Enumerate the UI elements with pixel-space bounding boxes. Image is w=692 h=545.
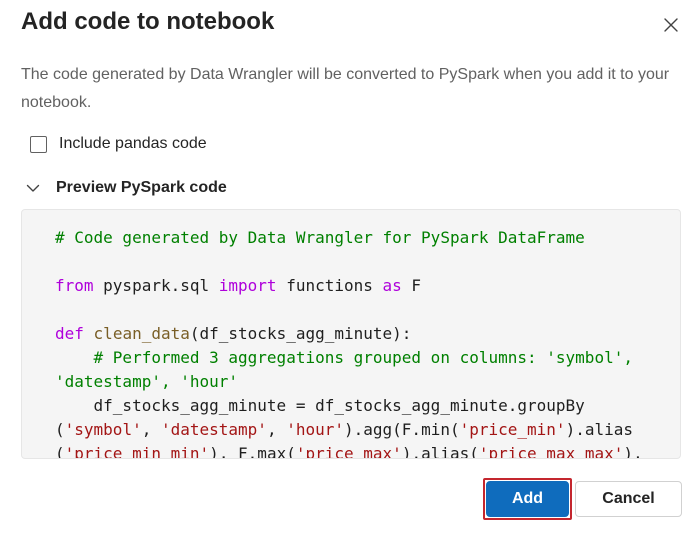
code-line: # Performed 3 aggregations grouped on co… — [55, 346, 643, 370]
preview-pyspark-toggle[interactable]: Preview PySpark code — [24, 176, 227, 200]
code-token-comment: 'datestamp', 'hour' — [55, 372, 239, 391]
code-token-default: ).alias — [565, 420, 633, 439]
dialog-description: The code generated by Data Wrangler will… — [21, 66, 670, 111]
close-button[interactable] — [654, 8, 688, 42]
code-token-default: ).alias( — [401, 444, 479, 459]
checkbox-box[interactable] — [30, 135, 47, 153]
code-block: # Code generated by Data Wrangler for Py… — [55, 226, 643, 459]
code-token-keyword: from — [55, 276, 94, 295]
code-token-str: 'price_min' — [459, 420, 566, 439]
code-token-str: 'price_min_min' — [64, 444, 210, 459]
code-token-default: (df_stocks_agg_minute): — [189, 324, 412, 343]
code-token-default: , — [141, 420, 161, 439]
code-token-default — [55, 348, 94, 367]
code-line: 'datestamp', 'hour' — [55, 370, 643, 394]
code-token-default: , — [266, 420, 287, 439]
code-token-default: ( — [55, 444, 65, 459]
cancel-button[interactable]: Cancel — [575, 481, 682, 517]
add-button[interactable]: Add — [486, 481, 569, 517]
code-token-default: pyspark.sql — [93, 276, 219, 295]
code-token-keyword: def — [55, 324, 84, 343]
code-token-str: 'hour' — [286, 420, 344, 439]
code-preview[interactable]: # Code generated by Data Wrangler for Py… — [21, 209, 681, 459]
code-token-str: 'symbol' — [64, 420, 142, 439]
code-token-default: df_stocks_agg_minute = df_stocks_agg_min… — [55, 396, 585, 415]
chevron-down-icon — [24, 179, 42, 197]
code-token-default: ( — [55, 420, 65, 439]
code-line: def clean_data(df_stocks_agg_minute): — [55, 322, 643, 346]
code-line: from pyspark.sql import functions as F — [55, 274, 643, 298]
preview-pyspark-label: Preview PySpark code — [56, 179, 227, 196]
code-token-keyword: as — [382, 276, 402, 295]
code-token-default: ), — [623, 444, 643, 459]
code-token-default: ).agg(F.min( — [344, 420, 460, 439]
code-token-default: ), F.max( — [209, 444, 296, 459]
code-token-comment: # Performed 3 aggregations grouped on co… — [93, 348, 633, 367]
code-token-str: 'datestamp' — [160, 420, 267, 439]
close-icon — [664, 18, 678, 32]
include-pandas-label: Include pandas code — [59, 135, 207, 152]
code-line: ('price_min_min'), F.max('price_max').al… — [55, 442, 643, 459]
code-line: df_stocks_agg_minute = df_stocks_agg_min… — [55, 394, 643, 418]
code-token-func: clean_data — [93, 324, 190, 343]
add-code-dialog: Add code to notebook The code generated … — [0, 0, 692, 545]
code-token-default: functions — [276, 276, 383, 295]
code-line: ('symbol', 'datestamp', 'hour').agg(F.mi… — [55, 418, 643, 442]
code-token-str: 'price_max' — [295, 444, 402, 459]
include-pandas-checkbox[interactable]: Include pandas code — [30, 132, 207, 156]
code-line: # Code generated by Data Wrangler for Py… — [55, 226, 643, 250]
code-token-comment: # Code generated by Data Wrangler for Py… — [55, 228, 585, 247]
code-token-default: F — [401, 276, 422, 295]
code-token-default — [84, 324, 94, 343]
code-token-str: 'price_max_max' — [478, 444, 624, 459]
dialog-title: Add code to notebook — [21, 8, 275, 35]
code-token-keyword: import — [218, 276, 277, 295]
